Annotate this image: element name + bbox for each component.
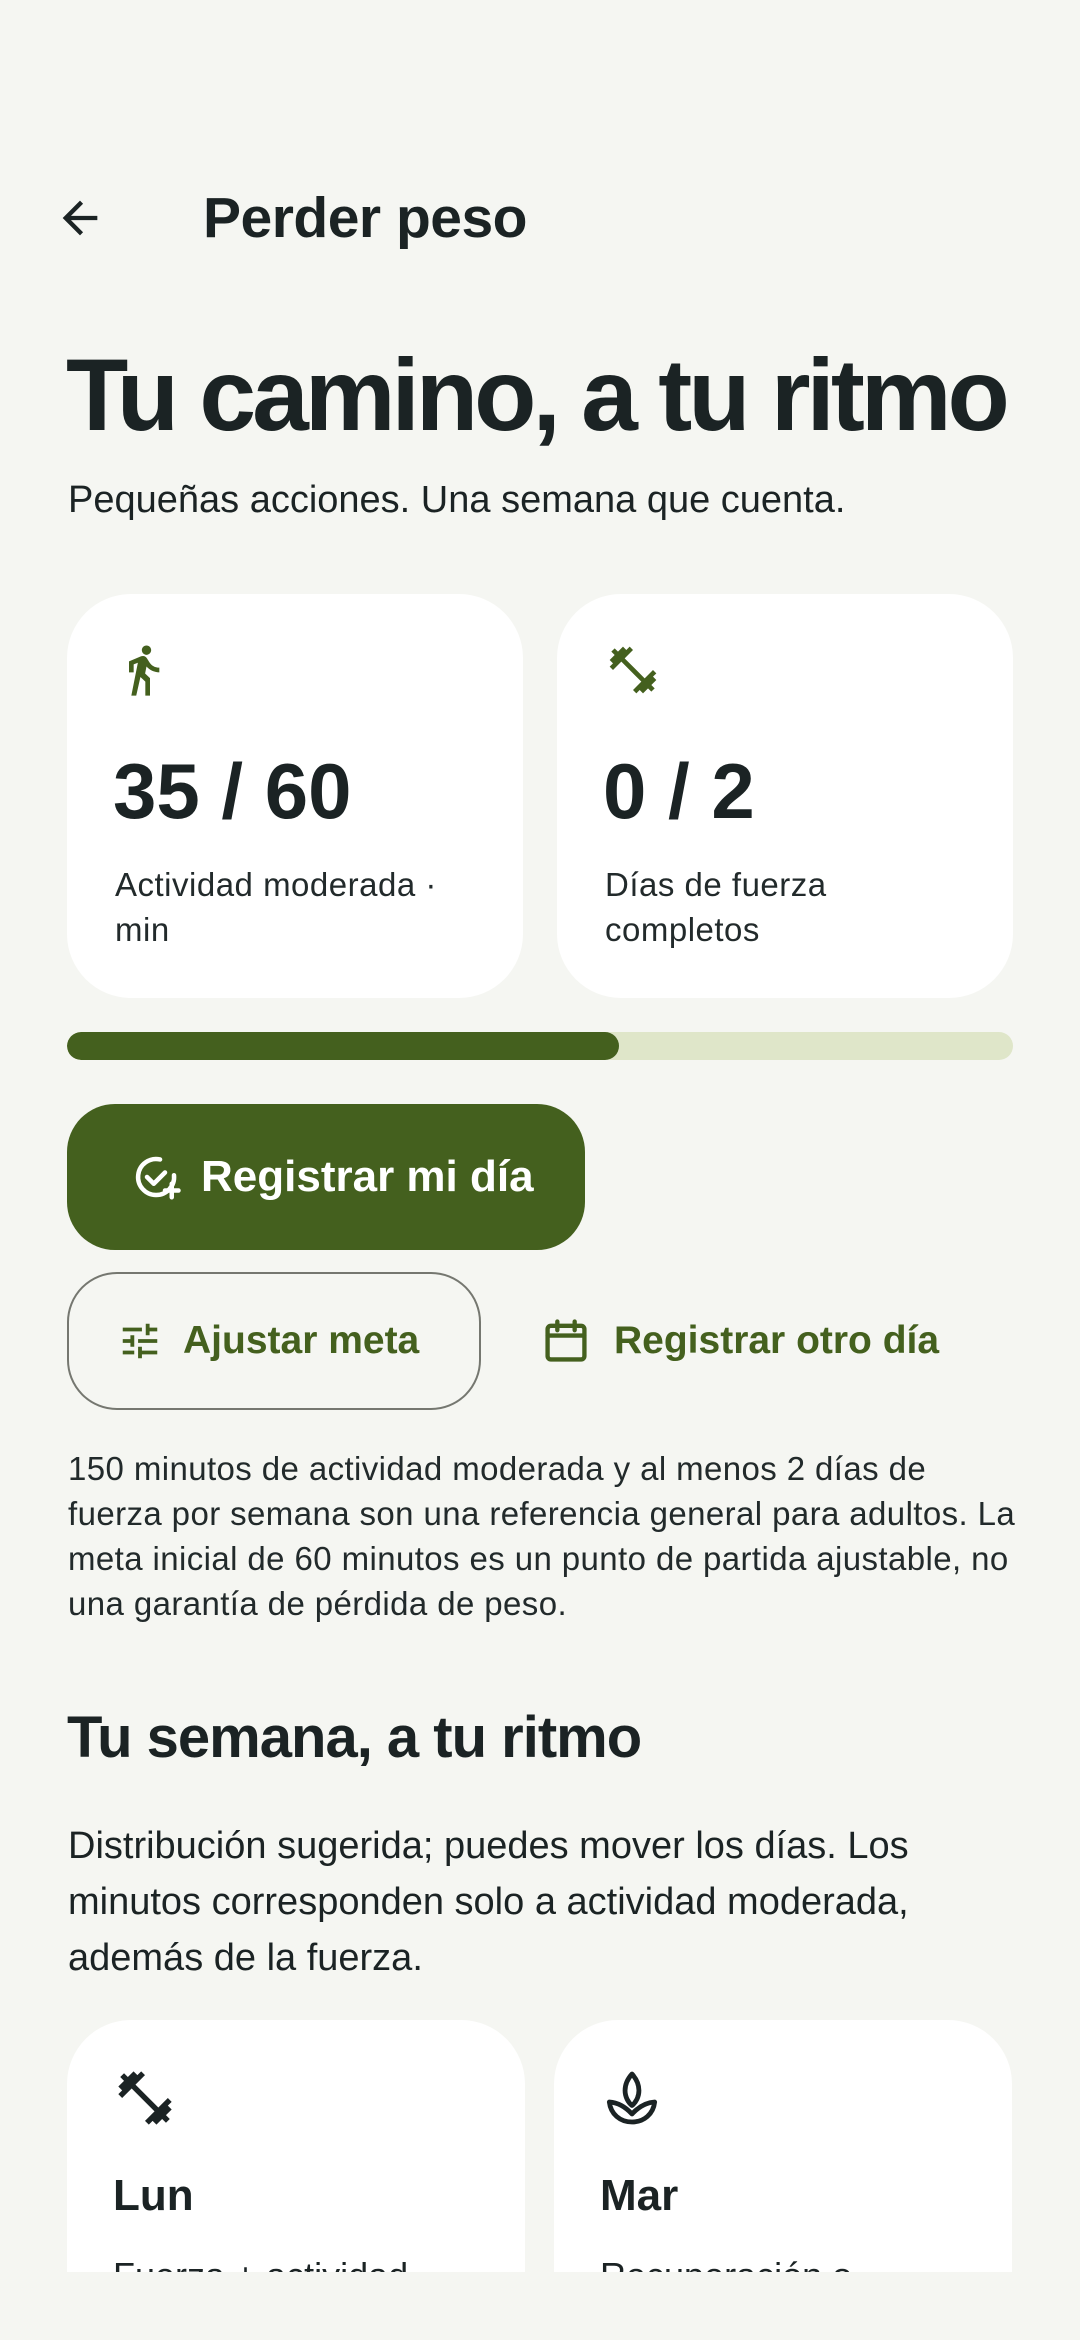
guideline-note: 150 minutos de actividad moderada y al m… — [68, 1450, 1016, 1622]
week-day-list: Lun Fuerza + actividad Mar Recuperación … — [0, 2010, 1080, 2272]
stat-label: Días de fuerza completos — [605, 866, 827, 948]
weekly-progress-bar — [67, 1032, 1013, 1060]
dumbbell-icon — [118, 2071, 172, 2125]
walking-person-icon — [129, 645, 160, 696]
register-my-day-button[interactable]: Registrar mi día — [67, 1104, 585, 1250]
progress-fill — [67, 1032, 619, 1060]
adjust-goal-label: Ajustar meta — [183, 1319, 420, 1362]
hero-subtitle: Pequeñas acciones. Una semana que cuenta… — [68, 479, 846, 521]
day-card-tuesday[interactable]: Mar Recuperación o — [554, 2020, 1012, 2272]
stat-label: Actividad moderada · min — [115, 866, 437, 948]
back-button[interactable] — [40, 178, 120, 258]
stat-value: 0 / 2 — [603, 747, 755, 835]
dumbbell-icon — [609, 646, 657, 694]
day-name: Lun — [113, 2171, 194, 2220]
calendar-icon — [545, 1319, 587, 1362]
day-name: Mar — [600, 2171, 679, 2220]
day-description: Fuerza + actividad — [113, 2252, 408, 2272]
stat-value: 35 / 60 — [113, 747, 352, 835]
adjust-goal-button[interactable]: Ajustar meta — [67, 1272, 481, 1410]
day-description: Recuperación o — [600, 2252, 852, 2272]
day-card-monday[interactable]: Lun Fuerza + actividad — [67, 2020, 525, 2272]
lotus-icon — [606, 2071, 658, 2125]
check-circle-add-icon — [135, 1156, 181, 1200]
register-other-day-button[interactable]: Registrar otro día — [540, 1272, 939, 1410]
tune-icon — [122, 1323, 158, 1359]
hero-title: Tu camino, a tu ritmo — [66, 338, 1010, 452]
arrow-back-icon — [62, 200, 98, 236]
register-other-day-label: Registrar otro día — [614, 1319, 940, 1362]
stat-card-strength: 0 / 2 Días de fuerza completos — [557, 594, 1013, 998]
stat-card-activity: 35 / 60 Actividad moderada · min — [67, 594, 523, 998]
page-title: Perder peso — [203, 186, 527, 250]
section-description: Distribución sugerida; puedes mover los … — [68, 1825, 909, 1979]
section-title: Tu semana, a tu ritmo — [67, 1705, 642, 1770]
register-my-day-label: Registrar mi día — [201, 1152, 534, 1201]
